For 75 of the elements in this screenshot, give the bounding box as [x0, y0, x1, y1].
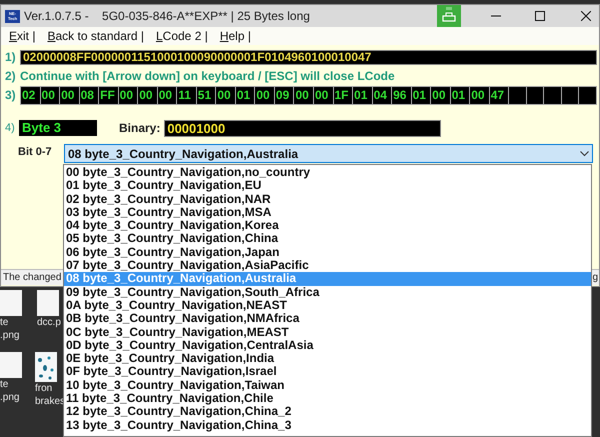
desktop-icon-label[interactable]: dcc.p — [37, 316, 61, 329]
dropdown-option[interactable]: 09 byte_3_Country_Navigation,South_Africa — [64, 286, 591, 299]
byte-cell[interactable]: 00 — [118, 86, 138, 104]
desktop-icon-label[interactable]: .png — [0, 391, 20, 404]
dropdown-option[interactable]: 12 byte_3_Country_Navigation,China_2 — [64, 405, 591, 419]
menu-item[interactable]: Help | — [220, 29, 251, 43]
byte-cell[interactable]: 00 — [431, 86, 450, 104]
dropdown-option[interactable]: 10 byte_3_Country_Navigation,Taiwan — [64, 378, 591, 392]
dropdown-option[interactable]: 11 byte_3_Country_Navigation,Chile — [64, 392, 591, 406]
byte-cell[interactable]: 00 — [40, 86, 60, 104]
dropdown-option[interactable]: 13 byte_3_Country_Navigation,China_3 — [64, 418, 591, 432]
menu-item[interactable]: Exit | — [9, 29, 36, 43]
bit-dropdown[interactable]: 08 byte_3_Country_Navigation,Australia — [64, 144, 593, 163]
byte-cell[interactable]: 00 — [216, 86, 235, 104]
file-icon — [37, 290, 59, 316]
printer-icon[interactable] — [437, 5, 461, 27]
byte-cell[interactable]: 00 — [138, 86, 157, 104]
row-label: 1) — [5, 49, 17, 66]
byte-cell[interactable]: 1F — [334, 86, 352, 104]
byte-cell[interactable]: 00 — [255, 86, 274, 104]
row-label: 4) — [5, 120, 16, 136]
dropdown-option[interactable]: 0D byte_3_Country_Navigation,CentralAsia — [64, 338, 591, 352]
byte-cell[interactable]: 00 — [158, 86, 176, 104]
desktop-icon-label[interactable]: .png — [0, 329, 20, 342]
dropdown-option[interactable]: 0C byte_3_Country_Navigation,MEAST — [64, 326, 591, 339]
byte-cell[interactable]: 11 — [177, 86, 196, 104]
instruction-text: Continue with [Arrow down] on keyboard / [ESC] will close LCode — [20, 68, 395, 85]
dropdown-option[interactable]: 06 byte_3_Country_Navigation,Japan — [64, 246, 591, 260]
row-label: 2) — [5, 68, 17, 85]
byte-cell[interactable]: 96 — [392, 86, 411, 104]
byte-cell[interactable]: 01 — [412, 86, 430, 104]
desktop-icon-label[interactable]: te — [0, 316, 8, 329]
byte-cell[interactable]: 01 — [236, 86, 254, 104]
dropdown-option[interactable]: 02 byte_3_Country_Navigation,NAR — [64, 192, 591, 206]
dropdown-option[interactable]: 07 byte_3_Country_Navigation,AsiaPacific — [64, 259, 591, 272]
maximize-icon[interactable] — [535, 11, 545, 21]
byte-cell[interactable]: 09 — [274, 86, 294, 104]
byte-cell[interactable]: 51 — [196, 86, 216, 104]
file-icon — [0, 352, 22, 378]
byte-cell[interactable]: 04 — [372, 86, 392, 104]
byte-cell[interactable]: 01 — [353, 86, 372, 104]
desktop-icon-label[interactable]: te — [0, 378, 8, 391]
dropdown-option[interactable]: 05 byte_3_Country_Navigation,China — [64, 232, 591, 246]
desktop-icon-label[interactable]: fron — [35, 382, 52, 395]
dropdown-option[interactable]: 0B byte_3_Country_Navigation,NMAfrica — [64, 312, 591, 326]
status-text: g — [592, 271, 598, 285]
bit-label: Bit 0-7 — [18, 145, 53, 160]
dropdown-option[interactable]: 01 byte_3_Country_Navigation,EU — [64, 179, 591, 193]
byte-cell[interactable]: 02 — [21, 86, 40, 104]
dropdown-option[interactable]: 0F byte_3_Country_Navigation,Israel — [64, 365, 591, 379]
dropdown-option[interactable]: 0A byte_3_Country_Navigation,NEAST — [64, 298, 591, 312]
dropdown-option[interactable]: 00 byte_3_Country_Navigation,no_country — [64, 166, 591, 180]
menu-item[interactable]: LCode 2 | — [156, 29, 208, 43]
byte-cell[interactable]: 01 — [450, 86, 470, 104]
window-title: Ver.1.0.7.5 - 5G0-035-846-A**EXP** | 25 Bytes long — [24, 8, 310, 25]
chevron-icon — [580, 150, 589, 156]
file-icon — [0, 290, 22, 316]
dropdown-option[interactable]: 04 byte_3_Country_Navigation,Korea — [64, 219, 591, 232]
dropdown-option[interactable]: 03 byte_3_Country_Navigation,MSA — [64, 206, 591, 220]
byte-cell[interactable]: 00 — [470, 86, 489, 104]
byte-cell[interactable]: 00 — [314, 86, 332, 104]
byte-name-field: Byte 3 — [19, 120, 97, 136]
dropdown-option[interactable]: 0E byte_3_Country_Navigation,India — [64, 352, 591, 366]
status-text: The changed — [3, 271, 62, 285]
byte-cell[interactable]: 08 — [80, 86, 98, 104]
code-field[interactable]: 02000008FF0000001151000100090000001F0104960100010047 — [20, 50, 597, 64]
byte-cell[interactable]: FF — [99, 86, 118, 104]
binary-field[interactable]: 00001000 — [164, 120, 442, 136]
menu-item[interactable]: Back to standard | — [47, 29, 144, 43]
binary-label: Binary: — [119, 120, 160, 137]
byte-cell[interactable]: 00 — [294, 86, 313, 104]
close-icon[interactable] — [581, 11, 591, 21]
row-label: 3) — [5, 87, 17, 104]
byte-cell[interactable]: 47 — [490, 86, 508, 104]
byte-cell[interactable]: 00 — [60, 86, 79, 104]
